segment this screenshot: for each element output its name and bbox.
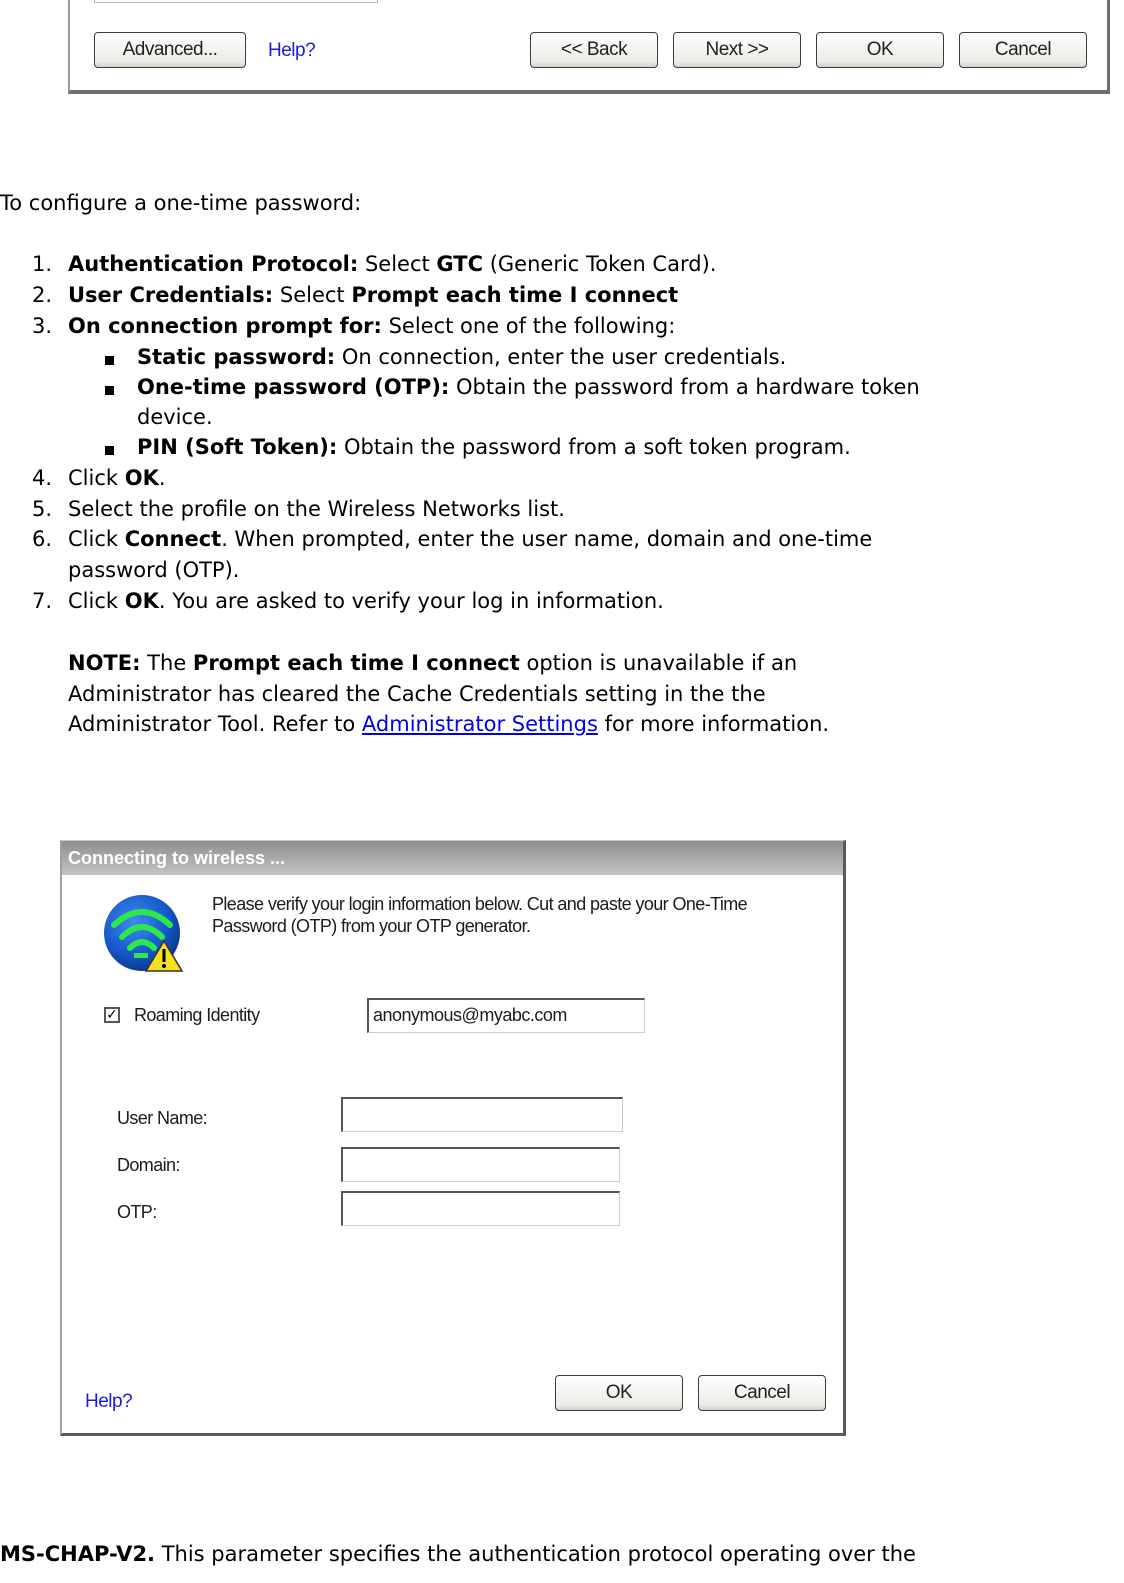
step-number: 6.: [31, 527, 52, 551]
bullet-label: One-time password (OTP):: [137, 375, 450, 399]
bullet-icon: [105, 386, 114, 395]
dialog-title: Connecting to wireless ...: [62, 841, 843, 875]
step-label: User Credentials:: [68, 283, 274, 307]
message-line: Password (OTP) from your OTP generator.: [212, 916, 531, 936]
dialog-ok-button[interactable]: OK: [555, 1375, 683, 1411]
help-link[interactable]: Help?: [268, 40, 316, 62]
bullet-label: PIN (Soft Token):: [137, 435, 338, 459]
bullet-text: On connection, enter the user credential…: [335, 345, 787, 369]
domain-label: Domain:: [117, 1155, 180, 1175]
user-name-input[interactable]: [341, 1097, 623, 1132]
advanced-button[interactable]: Advanced...: [94, 32, 246, 68]
message-line: Please verify your login information bel…: [212, 894, 748, 914]
step-number: 3.: [31, 314, 52, 338]
otp-label: OTP:: [117, 1202, 157, 1222]
back-button[interactable]: << Back: [530, 32, 658, 68]
step-text: Click: [68, 589, 125, 613]
dialog-message: Please verify your login information bel…: [212, 893, 748, 937]
step-number: 5.: [31, 497, 52, 521]
step-number: 1.: [31, 252, 52, 276]
bullet-icon: [105, 446, 114, 455]
step-label: Authentication Protocol:: [68, 252, 359, 276]
dialog-cancel-button[interactable]: Cancel: [698, 1375, 826, 1411]
step-value: OK: [124, 466, 159, 490]
otp-input[interactable]: [341, 1191, 620, 1226]
step-text: Select the profile on the Wireless Netwo…: [68, 497, 565, 521]
cancel-button[interactable]: Cancel: [959, 32, 1087, 68]
connecting-dialog: Connecting to wireless ... Please verify…: [60, 840, 846, 1436]
bullet-text-continued: device.: [137, 405, 213, 429]
administrator-settings-link[interactable]: Administrator Settings: [362, 712, 598, 736]
step-number: 2.: [31, 283, 52, 307]
note-label: NOTE:: [68, 651, 141, 675]
step-text: Select one of the following:: [381, 314, 676, 338]
parameter-description: This parameter specifies the authenticat…: [155, 1542, 916, 1566]
ms-chap-v2-paragraph: MS-CHAP-V2. This parameter specifies the…: [0, 1539, 916, 1570]
step-value: Prompt each time I connect: [351, 283, 679, 307]
profile-wizard-dialog: Advanced... Help? << Back Next >> OK Can…: [68, 0, 1110, 94]
note-line: Administrator Tool. Refer to Administrat…: [68, 709, 829, 740]
roaming-identity-checkbox[interactable]: ✓: [104, 1007, 120, 1023]
user-name-label: User Name:: [117, 1108, 208, 1128]
parameter-name: MS-CHAP-V2.: [0, 1542, 156, 1566]
step-text: Click: [68, 466, 125, 490]
step-value: GTC: [436, 252, 484, 276]
roaming-identity-label: Roaming Identity: [134, 1005, 260, 1025]
step-number: 4.: [31, 466, 52, 490]
domain-input[interactable]: [341, 1147, 620, 1182]
bullet-text: Obtain the password from a soft token pr…: [337, 435, 851, 459]
step-number: 7.: [31, 589, 52, 613]
note-text: Administrator Tool. Refer to: [68, 712, 362, 736]
note-text: option is unavailable if an: [519, 651, 798, 675]
step-text: Select: [273, 283, 352, 307]
text-field-cropped[interactable]: [94, 0, 378, 3]
ok-button[interactable]: OK: [816, 32, 944, 68]
step-text: . You are asked to verify your log in in…: [158, 589, 664, 613]
note-line: Administrator has cleared the Cache Cred…: [68, 682, 766, 706]
intro-text: To configure a one-time password:: [0, 191, 362, 215]
step-value: Connect: [124, 527, 222, 551]
dialog-help-link[interactable]: Help?: [85, 1391, 133, 1413]
step-label: On connection prompt for:: [68, 314, 382, 338]
bullet-label: Static password:: [137, 345, 336, 369]
step-value: OK: [124, 589, 159, 613]
step-text: Click: [68, 527, 125, 551]
step-text: . When prompted, enter the user name, do…: [221, 527, 873, 551]
next-button[interactable]: Next >>: [673, 32, 801, 68]
bullet-icon: [105, 356, 114, 365]
bullet-text: Obtain the password from a hardware toke…: [449, 375, 920, 399]
step-text-continued: password (OTP).: [68, 558, 240, 582]
note-text: for more information.: [597, 712, 830, 736]
note-line: NOTE: The Prompt each time I connect opt…: [68, 648, 797, 679]
step-text: (Generic Token Card).: [483, 252, 717, 276]
note-option: Prompt each time I connect: [192, 651, 520, 675]
wireless-warning-icon: [102, 891, 186, 975]
roaming-identity-input[interactable]: anonymous@myabc.com: [367, 998, 645, 1033]
step-text: Select: [358, 252, 437, 276]
step-text: .: [158, 466, 166, 490]
note-text: The: [140, 651, 193, 675]
